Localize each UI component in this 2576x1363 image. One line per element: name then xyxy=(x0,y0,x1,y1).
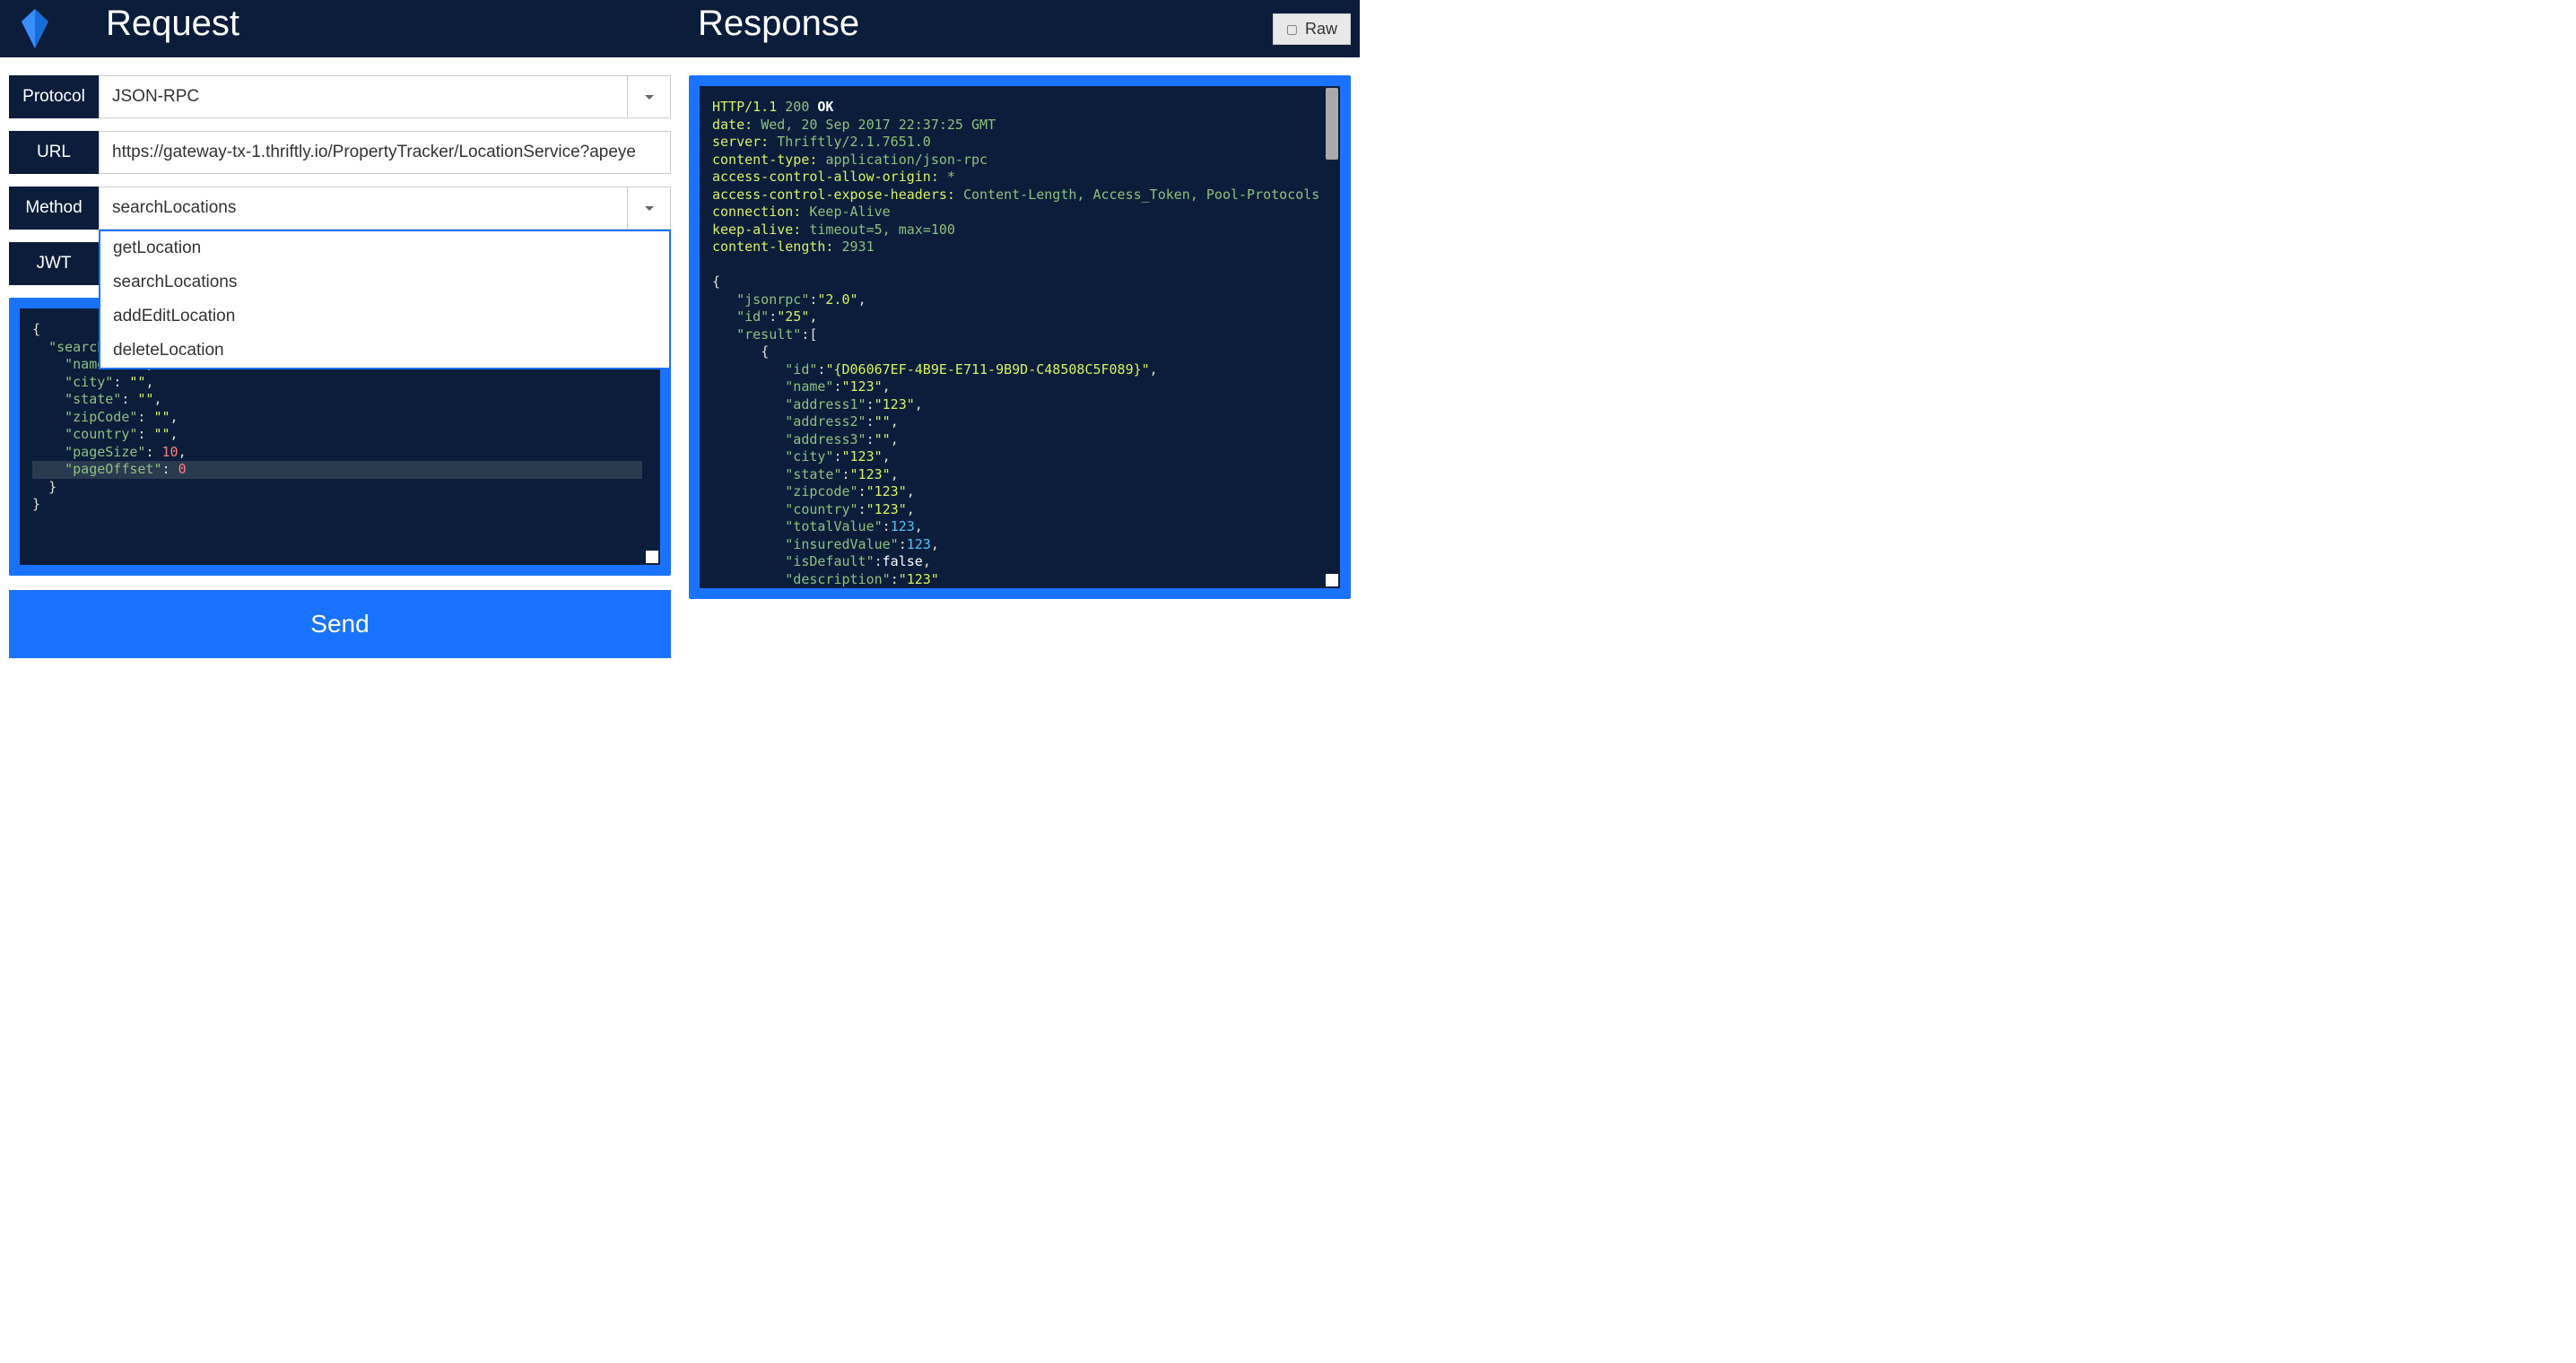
response-panel: HTTP/1.1 200 OKdate: Wed, 20 Sep 2017 22… xyxy=(689,75,1351,658)
protocol-select[interactable]: JSON-RPC xyxy=(99,75,628,118)
protocol-select-wrap: JSON-RPC xyxy=(99,75,671,118)
app-header: Request Response ▢ Raw xyxy=(0,0,1360,57)
chevron-down-icon xyxy=(645,206,654,211)
url-label: URL xyxy=(9,131,99,174)
method-option-searchLocations[interactable]: searchLocations xyxy=(100,265,669,300)
method-option-getLocation[interactable]: getLocation xyxy=(100,231,669,265)
request-panel: Protocol JSON-RPC URL Method searchLocat… xyxy=(9,75,671,658)
method-dropdown: getLocation searchLocations addEditLocat… xyxy=(99,230,671,369)
chevron-down-icon xyxy=(645,95,654,100)
url-input[interactable] xyxy=(99,131,671,174)
raw-label: Raw xyxy=(1305,20,1337,39)
method-option-deleteLocation[interactable]: deleteLocation xyxy=(100,334,669,368)
response-viewer[interactable]: HTTP/1.1 200 OKdate: Wed, 20 Sep 2017 22… xyxy=(700,86,1340,588)
resize-handle[interactable] xyxy=(646,551,658,563)
protocol-caret-button[interactable] xyxy=(628,75,671,118)
resize-handle[interactable] xyxy=(1326,574,1338,586)
protocol-label: Protocol xyxy=(9,75,99,118)
main-content: Protocol JSON-RPC URL Method searchLocat… xyxy=(0,57,1360,667)
method-caret-button[interactable] xyxy=(628,187,671,230)
url-row: URL xyxy=(9,131,671,174)
method-select-wrap: searchLocations xyxy=(99,187,671,230)
response-title: Response xyxy=(698,4,859,44)
raw-button[interactable]: ▢ Raw xyxy=(1273,13,1351,45)
protocol-row: Protocol JSON-RPC xyxy=(9,75,671,118)
jwt-label: JWT xyxy=(9,242,99,285)
request-title: Request xyxy=(106,4,239,44)
clipboard-icon: ▢ xyxy=(1286,22,1298,37)
scrollbar-thumb[interactable] xyxy=(1326,88,1338,160)
method-row: Method searchLocations getLocation searc… xyxy=(9,187,671,230)
method-select[interactable]: searchLocations xyxy=(99,187,628,230)
response-body-panel: HTTP/1.1 200 OKdate: Wed, 20 Sep 2017 22… xyxy=(689,75,1351,599)
method-label: Method xyxy=(9,187,99,230)
app-logo xyxy=(18,7,52,50)
send-button[interactable]: Send xyxy=(9,590,671,658)
method-option-addEditLocation[interactable]: addEditLocation xyxy=(100,300,669,334)
